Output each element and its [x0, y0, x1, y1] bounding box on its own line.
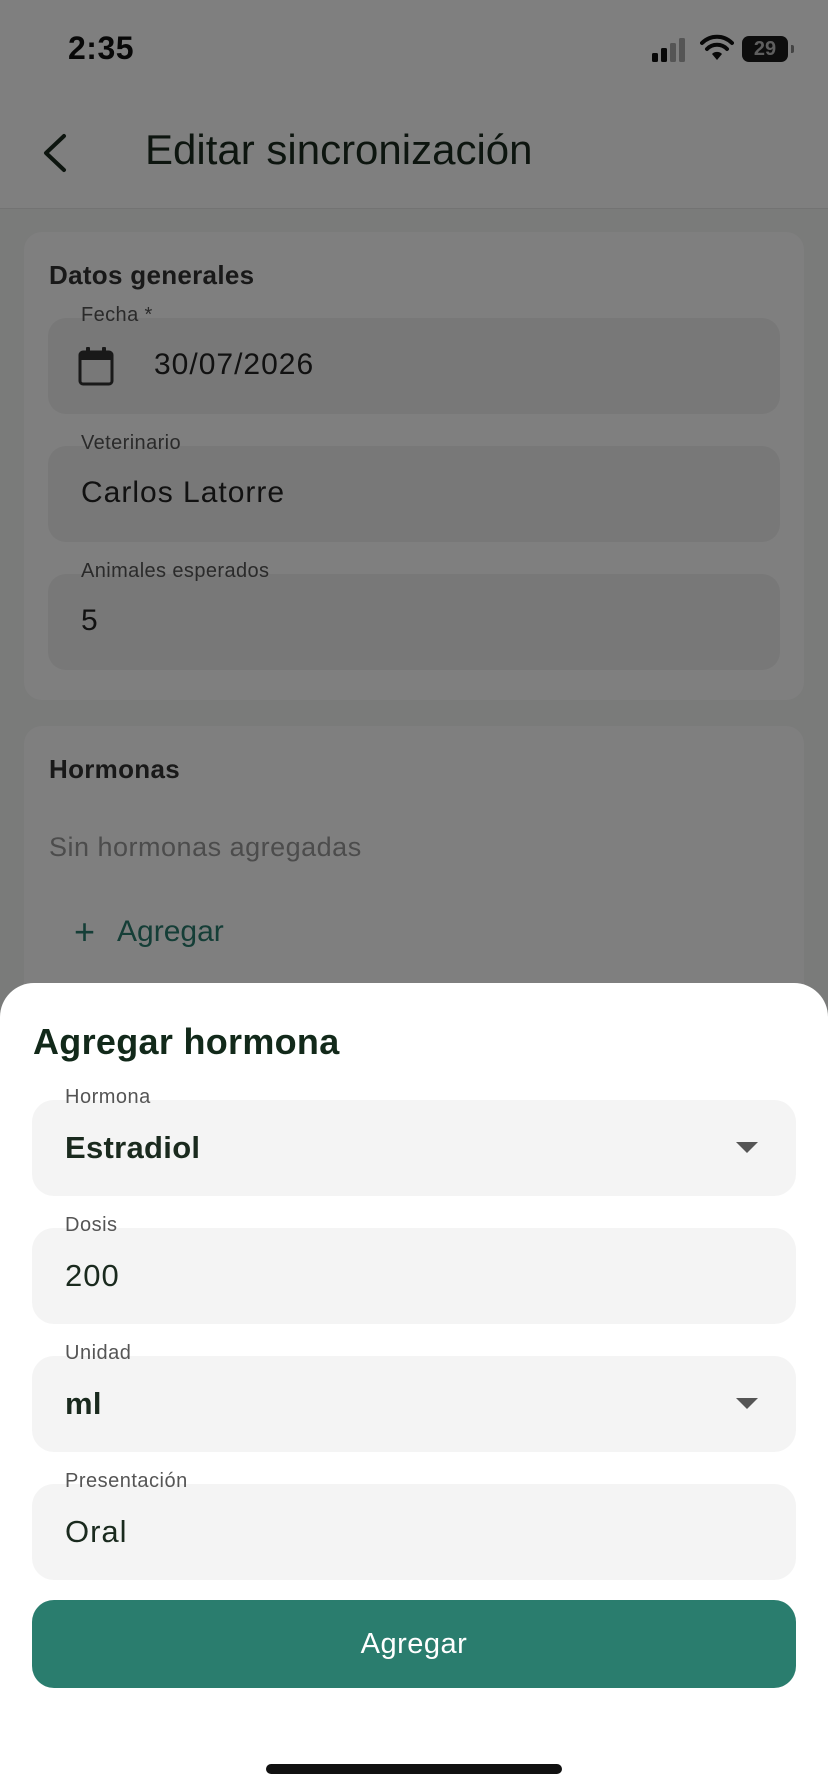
hormone-value: Estradiol: [65, 1130, 201, 1165]
unit-value: ml: [65, 1386, 102, 1421]
dropdown-arrow-icon: [736, 1142, 758, 1153]
add-hormone-sheet: Agregar hormona Hormona Estradiol Dosis …: [0, 983, 828, 1792]
unit-label: Unidad: [65, 1342, 132, 1364]
sheet-title: Agregar hormona: [33, 1021, 340, 1062]
home-indicator: [266, 1764, 562, 1774]
presentation-value: Oral: [65, 1514, 128, 1549]
dose-field[interactable]: Dosis 200: [32, 1214, 796, 1324]
hormone-select[interactable]: Hormona Estradiol: [32, 1086, 796, 1196]
presentation-label: Presentación: [65, 1470, 188, 1492]
unit-select[interactable]: Unidad ml: [32, 1342, 796, 1452]
hormone-label: Hormona: [65, 1086, 151, 1108]
add-button[interactable]: Agregar: [32, 1600, 796, 1688]
dose-label: Dosis: [65, 1214, 118, 1236]
presentation-field[interactable]: Presentación Oral: [32, 1470, 796, 1580]
dropdown-arrow-icon: [736, 1398, 758, 1409]
dose-value: 200: [65, 1258, 120, 1293]
